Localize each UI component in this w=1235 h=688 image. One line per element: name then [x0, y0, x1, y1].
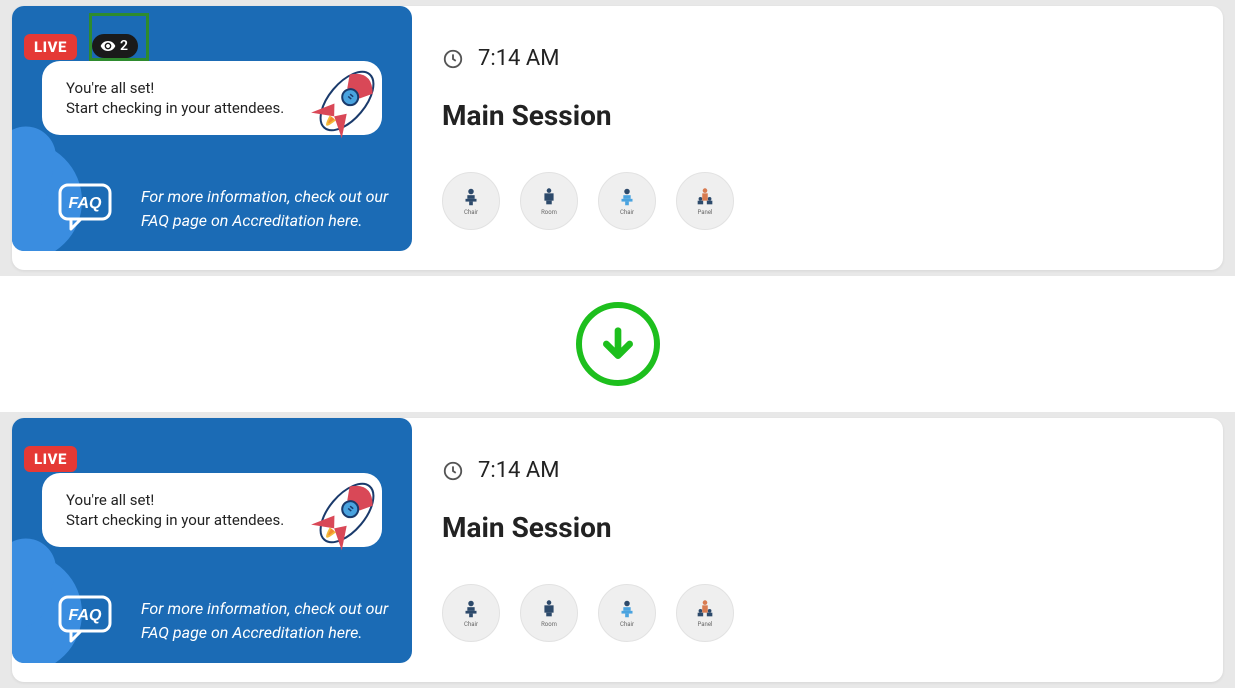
transition-arrow [0, 276, 1235, 412]
arrow-down-icon [576, 302, 660, 386]
session-card[interactable]: LIVE 2 You're all set! Start checking in… [12, 6, 1223, 270]
clock-icon [442, 460, 464, 482]
faq-text: For more information, check out our FAQ … [141, 597, 392, 645]
session-row-1: LIVE 2 You're all set! Start checking in… [0, 0, 1235, 276]
live-badge: LIVE [24, 34, 77, 60]
faq-area: FAQ For more information, check out our … [57, 182, 392, 236]
session-title: Main Session [442, 99, 1193, 132]
session-thumbnail: LIVE You're all set! Start checking in y… [12, 418, 412, 663]
svg-text:FAQ: FAQ [69, 195, 102, 212]
viewer-count-badge: 2 [92, 34, 138, 58]
faq-area: FAQ For more information, check out our … [57, 594, 392, 648]
speaker-row: Chair Room Chair Panel [442, 172, 1193, 230]
faq-text: For more information, check out our FAQ … [141, 185, 392, 233]
chip-label: Room [541, 621, 557, 628]
session-title: Main Session [442, 511, 1193, 544]
speaker-chip-4[interactable]: Panel [676, 172, 734, 230]
session-details: 7:14 AM Main Session Chair Room Chair [412, 418, 1223, 682]
viewer-count: 2 [120, 38, 128, 54]
chip-label: Chair [464, 621, 478, 628]
time-row: 7:14 AM [442, 46, 1193, 71]
speaker-chip-4[interactable]: Panel [676, 584, 734, 642]
chip-label: Panel [698, 621, 713, 628]
session-time: 7:14 AM [478, 458, 559, 483]
chip-label: Chair [464, 209, 478, 216]
session-time: 7:14 AM [478, 46, 559, 71]
speaker-chip-2[interactable]: Room [520, 172, 578, 230]
speaker-row: Chair Room Chair Panel [442, 584, 1193, 642]
chip-label: Chair [620, 209, 634, 216]
speaker-chip-1[interactable]: Chair [442, 584, 500, 642]
svg-text:FAQ: FAQ [69, 607, 102, 624]
rocket-icon [297, 463, 397, 567]
chip-label: Chair [620, 621, 634, 628]
eye-icon [100, 38, 116, 54]
clock-icon [442, 48, 464, 70]
chip-label: Panel [698, 209, 713, 216]
speaker-chip-3[interactable]: Chair [598, 172, 656, 230]
session-details: 7:14 AM Main Session Chair Room Chair [412, 6, 1223, 270]
faq-icon: FAQ [57, 182, 119, 236]
rocket-icon [297, 51, 397, 155]
speaker-chip-3[interactable]: Chair [598, 584, 656, 642]
time-row: 7:14 AM [442, 458, 1193, 483]
speaker-chip-2[interactable]: Room [520, 584, 578, 642]
chip-label: Room [541, 209, 557, 216]
session-row-2: LIVE You're all set! Start checking in y… [0, 412, 1235, 688]
session-card[interactable]: LIVE You're all set! Start checking in y… [12, 418, 1223, 682]
speaker-chip-1[interactable]: Chair [442, 172, 500, 230]
live-badge: LIVE [24, 446, 77, 472]
session-thumbnail: LIVE 2 You're all set! Start checking in… [12, 6, 412, 251]
faq-icon: FAQ [57, 594, 119, 648]
